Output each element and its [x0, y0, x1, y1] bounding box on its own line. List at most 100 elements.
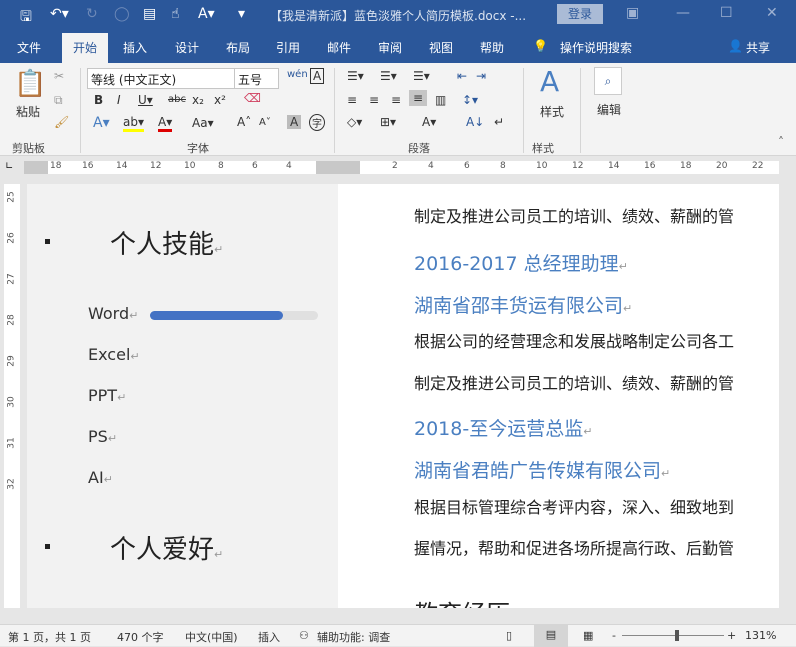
char-shading-icon[interactable]: A	[287, 115, 302, 129]
ruler-tick-label: 16	[644, 161, 656, 171]
tab-mailings[interactable]: 邮件	[327, 39, 351, 56]
insert-mode[interactable]: 插入	[258, 629, 280, 645]
char-border-icon[interactable]: A	[310, 68, 325, 84]
paste-icon[interactable]: 📋	[14, 69, 46, 99]
word-count[interactable]: 470 个字	[117, 629, 164, 645]
asian-layout-icon[interactable]: A▾	[422, 115, 436, 129]
superscript-icon[interactable]: x²	[214, 93, 226, 107]
bold-icon[interactable]: B	[94, 93, 103, 107]
ruler-tick-label: 14	[608, 161, 620, 171]
grow-font-icon[interactable]: A˄	[237, 115, 251, 129]
font-size-select[interactable]: 五号	[234, 68, 279, 89]
shrink-font-icon[interactable]: A˅	[259, 117, 271, 128]
subscript-icon[interactable]: x₂	[192, 93, 204, 107]
zoom-slider[interactable]	[622, 635, 724, 636]
tab-selector-icon[interactable]: ∟	[5, 161, 13, 172]
align-center-icon[interactable]: ≡	[369, 93, 379, 107]
tab-help[interactable]: 帮助	[480, 39, 504, 56]
undo-icon[interactable]: ↶▾	[50, 6, 69, 22]
ruler-tick-label: 26	[6, 232, 17, 244]
align-left-icon[interactable]: ≡	[347, 93, 357, 107]
read-mode-icon[interactable]: ▯	[506, 629, 512, 642]
ruler-tick-label: 6	[464, 161, 470, 171]
minimize-button[interactable]: —	[676, 5, 690, 21]
ruler-tick-label: 4	[428, 161, 434, 171]
phonetic-guide-icon[interactable]: wén	[287, 69, 308, 80]
styles-button[interactable]: 样式	[540, 103, 564, 120]
lightbulb-icon: 💡	[533, 39, 548, 53]
collapse-ribbon-icon[interactable]: ˄	[778, 135, 784, 149]
font-name-select[interactable]: 等线 (中文正文)	[87, 68, 235, 89]
styles-icon[interactable]: A	[540, 65, 559, 98]
paste-button[interactable]: 粘贴	[16, 103, 40, 120]
underline-icon[interactable]: U▾	[138, 93, 153, 107]
bullet	[45, 544, 50, 549]
tab-layout[interactable]: 布局	[226, 39, 250, 56]
touch-mode-icon[interactable]: ☝	[171, 6, 180, 22]
tell-me-search[interactable]: 操作说明搜索	[560, 39, 632, 56]
tab-design[interactable]: 设计	[175, 39, 199, 56]
page-count[interactable]: 第 1 页，共 1 页	[8, 629, 91, 645]
heading-hobbies: 个人爱好↵	[110, 535, 224, 565]
clear-format-icon[interactable]: ⌫	[244, 91, 261, 105]
circle-icon[interactable]: ◯	[114, 6, 130, 22]
line-spacing-icon[interactable]: ↕▾	[462, 93, 478, 107]
multilevel-list-icon[interactable]: ☰▾	[413, 69, 430, 83]
editing-button[interactable]: 编辑	[597, 101, 621, 118]
highlight-icon[interactable]: ab▾	[123, 115, 144, 132]
document-icon[interactable]: ▤	[143, 6, 156, 22]
ruler-tick-label: 14	[116, 161, 128, 171]
zoom-out-button[interactable]: -	[612, 629, 616, 642]
decrease-indent-icon[interactable]: ⇤	[457, 69, 467, 83]
cut-icon[interactable]: ✂	[54, 69, 64, 83]
ruler-tick-label: 4	[286, 161, 292, 171]
tab-references[interactable]: 引用	[276, 39, 300, 56]
format-painter-icon[interactable]: 🖌	[54, 115, 69, 129]
copy-icon[interactable]: ⧉	[54, 93, 63, 108]
redo-icon[interactable]: ↻	[86, 6, 98, 22]
text-effects-icon[interactable]: A▾	[93, 115, 110, 131]
justify-icon[interactable]: ≡	[409, 90, 428, 106]
show-marks-icon[interactable]: ↵	[494, 115, 504, 129]
language[interactable]: 中文(中国)	[185, 629, 238, 645]
bullet	[45, 239, 50, 244]
change-case-icon[interactable]: Aa▾	[192, 116, 214, 130]
font-style-icon[interactable]: A▾	[198, 6, 215, 22]
print-layout-icon[interactable]: ▤	[534, 625, 568, 647]
borders-icon[interactable]: ⊞▾	[380, 115, 396, 129]
zoom-level[interactable]: 131%	[745, 629, 776, 642]
login-button[interactable]: 登录	[557, 4, 603, 24]
maximize-button[interactable]: ☐	[720, 5, 733, 21]
tab-insert[interactable]: 插入	[123, 39, 147, 56]
tab-file[interactable]: 文件	[17, 39, 41, 56]
strikethrough-icon[interactable]: abc	[168, 94, 186, 105]
sort-icon[interactable]: A↓	[466, 115, 484, 129]
ribbon-options-icon[interactable]: ▣	[626, 5, 639, 21]
font-color-icon[interactable]: A▾	[158, 115, 173, 132]
share-icon[interactable]: 👤	[728, 39, 743, 53]
accessibility-status[interactable]: 辅助功能: 调查	[317, 629, 390, 645]
group-clipboard: 剪贴板	[12, 142, 45, 155]
customize-icon[interactable]: ▾	[238, 6, 245, 22]
shading-icon[interactable]: ◇▾	[347, 115, 362, 129]
share-button[interactable]: 共享	[746, 39, 770, 56]
tab-review[interactable]: 审阅	[378, 39, 402, 56]
job-period: 2016-2017 总经理助理↵	[414, 253, 628, 275]
search-icon[interactable]: ⌕	[594, 67, 622, 95]
close-button[interactable]: ✕	[766, 5, 778, 21]
save-icon[interactable]: 🖫	[20, 6, 32, 30]
tab-home[interactable]: 开始	[62, 33, 109, 63]
web-layout-icon[interactable]: ▦	[583, 629, 593, 642]
zoom-in-button[interactable]: +	[727, 629, 736, 642]
distributed-icon[interactable]: ▥	[435, 93, 446, 107]
bullets-icon[interactable]: ☰▾	[347, 69, 364, 83]
italic-icon[interactable]: I	[117, 93, 121, 107]
zoom-slider-thumb[interactable]	[675, 630, 679, 641]
tab-view[interactable]: 视图	[429, 39, 453, 56]
align-right-icon[interactable]: ≡	[391, 93, 401, 107]
ruler-tick-label: 32	[6, 478, 17, 490]
ruler-tick-label: 16	[82, 161, 94, 171]
increase-indent-icon[interactable]: ⇥	[476, 69, 486, 83]
numbering-icon[interactable]: ☰▾	[380, 69, 397, 83]
enclose-char-icon[interactable]: 字	[309, 114, 325, 131]
